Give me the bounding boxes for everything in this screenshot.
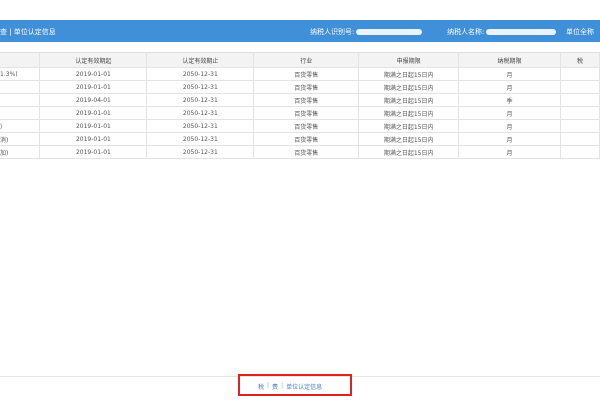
cell-industry: 百货零售: [253, 80, 360, 94]
cell-end: 2050-12-31: [146, 80, 255, 94]
tab-unit-registration-info[interactable]: 单位认定信息: [286, 382, 322, 391]
cell-name: [0, 106, 41, 120]
column-header: 税: [560, 52, 600, 68]
cell-end: 2050-12-31: [146, 106, 255, 120]
cell-industry: 百货零售: [253, 67, 360, 81]
tab-fee[interactable]: 费: [272, 382, 278, 391]
cell-name: 加): [0, 145, 41, 159]
cell-start: 2019-04-01: [39, 93, 148, 107]
cell-name: 1.3%): [0, 67, 41, 81]
column-header: 认定有效期起: [39, 52, 148, 68]
cell-deadline: 期满之日起15日内: [358, 106, 460, 120]
cell-deadline: 期满之日起15日内: [358, 93, 460, 107]
cell-extra: [560, 119, 600, 133]
cell-end: 2050-12-31: [146, 93, 255, 107]
cell-extra: [560, 145, 600, 159]
taxpayer-name-field: 纳税人名称:: [447, 27, 557, 37]
tab-separator: |: [267, 382, 270, 389]
cell-period: 月: [458, 106, 561, 120]
cell-deadline: 期满之日起15日内: [358, 67, 460, 81]
cell-end: 2050-12-31: [146, 132, 255, 146]
cell-extra: [560, 80, 600, 94]
tab-separator: |: [281, 382, 284, 389]
taxpayer-name-redacted: [486, 29, 557, 35]
cell-period: 月: [458, 145, 561, 159]
cell-start: 2019-01-01: [39, 119, 148, 133]
cell-industry: 百货零售: [253, 145, 360, 159]
bottom-tab-bar-highlight: 税 | 费 | 单位认定信息: [238, 374, 352, 396]
table-row[interactable]: 加) 2019-01-01 2050-12-31 百货零售 期满之日起15日内 …: [0, 145, 600, 159]
cell-industry: 百货零售: [253, 132, 360, 146]
cell-start: 2019-01-01: [39, 106, 148, 120]
taxpayer-name-label: 纳税人名称:: [447, 28, 485, 36]
cell-extra: [560, 67, 600, 81]
table-row[interactable]: 1.3%) 2019-01-01 2050-12-31 百货零售 期满之日起15…: [0, 67, 600, 81]
cell-start: 2019-01-01: [39, 80, 148, 94]
cell-industry: 百货零售: [253, 93, 360, 107]
cell-period: 月: [458, 80, 561, 94]
cell-name: [0, 80, 41, 94]
unit-fullname-label: 单位全称: [566, 28, 594, 36]
column-header: 申报期限: [358, 52, 460, 68]
column-header: [0, 52, 41, 68]
cell-name: ）: [0, 119, 41, 133]
table-row[interactable]: ） 2019-01-01 2050-12-31 百货零售 期满之日起15日内 月: [0, 119, 600, 133]
table-row[interactable]: 2019-04-01 2050-12-31 百货零售 期满之日起15日内 季: [0, 93, 600, 107]
tab-tax[interactable]: 税: [258, 382, 264, 391]
cell-name: 消): [0, 132, 41, 146]
taxpayer-id-label: 纳税人识别号:: [310, 28, 355, 36]
cell-industry: 百货零售: [253, 119, 360, 133]
cell-extra: [560, 93, 600, 107]
cell-extra: [560, 106, 600, 120]
cell-period: 月: [458, 67, 561, 81]
taxpayer-id-redacted: [356, 29, 423, 35]
header-bar: 查 | 单位认定信息 纳税人识别号: 纳税人名称: 单位全称: [0, 20, 600, 42]
column-header: 行业: [253, 52, 360, 68]
page-title: 查 | 单位认定信息: [0, 28, 56, 36]
cell-deadline: 期满之日起15日内: [358, 80, 460, 94]
cell-end: 2050-12-31: [146, 145, 255, 159]
cell-period: 月: [458, 119, 561, 133]
taxpayer-id-field: 纳税人识别号:: [310, 27, 423, 37]
cell-start: 2019-01-01: [39, 145, 148, 159]
cell-end: 2050-12-31: [146, 67, 255, 81]
tax-registration-table: 认定有效期起 认定有效期止 行业 申报期限 纳税期限 税 1.3%) 2019-…: [0, 52, 600, 159]
table-row[interactable]: 2019-01-01 2050-12-31 百货零售 期满之日起15日内 月: [0, 106, 600, 120]
table-row[interactable]: 2019-01-01 2050-12-31 百货零售 期满之日起15日内 月: [0, 80, 600, 94]
cell-deadline: 期满之日起15日内: [358, 145, 460, 159]
column-header: 纳税期限: [458, 52, 561, 68]
cell-deadline: 期满之日起15日内: [358, 132, 460, 146]
bottom-tabs: 税 | 费 | 单位认定信息: [258, 382, 322, 391]
cell-name: [0, 93, 41, 107]
table-header-row: 认定有效期起 认定有效期止 行业 申报期限 纳税期限 税: [0, 52, 600, 68]
table-row[interactable]: 消) 2019-01-01 2050-12-31 百货零售 期满之日起15日内 …: [0, 132, 600, 146]
cell-end: 2050-12-31: [146, 119, 255, 133]
cell-period: 月: [458, 132, 561, 146]
cell-period: 季: [458, 93, 561, 107]
column-header: 认定有效期止: [146, 52, 255, 68]
cell-start: 2019-01-01: [39, 67, 148, 81]
cell-start: 2019-01-01: [39, 132, 148, 146]
cell-industry: 百货零售: [253, 106, 360, 120]
cell-extra: [560, 132, 600, 146]
cell-deadline: 期满之日起15日内: [358, 119, 460, 133]
